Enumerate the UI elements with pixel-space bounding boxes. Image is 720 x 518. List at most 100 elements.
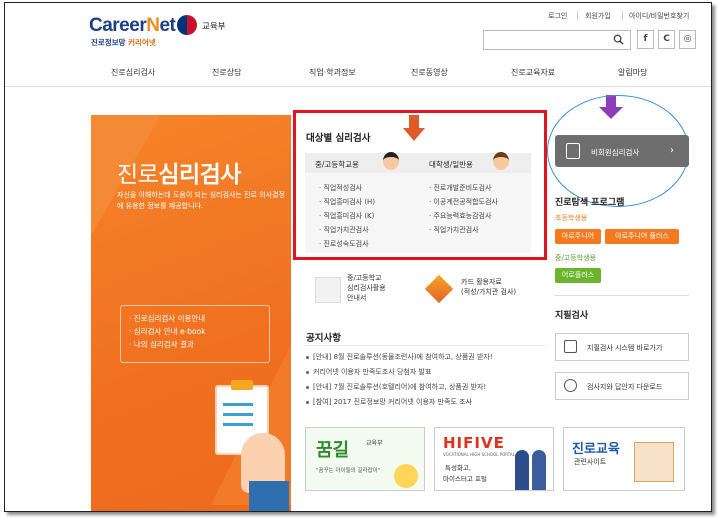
hifive-desc-1: 특성화고,	[445, 464, 471, 472]
student-boy-avatar-icon	[383, 152, 399, 170]
banner-description: 자신을 이해하는데 도움이 되는 심리검사는 진로 의사결정에 유용한 정보를 …	[117, 191, 285, 210]
banner-link-ebook[interactable]: · 심리검사 안내 e-book	[129, 326, 206, 337]
explore-program-title: 진로탐색 프로그램	[555, 198, 625, 208]
notice-bullet	[306, 356, 309, 359]
hifive-subtitle: VOCATIONAL HIGH SCHOOL PORTAL	[443, 452, 515, 457]
find-account-link[interactable]: 아이디/비밀번호찾기	[629, 11, 689, 21]
test-readiness-link[interactable]: · 진로개발준비도검사	[429, 183, 491, 193]
notice-bullet	[306, 386, 309, 389]
banner-link-results[interactable]: · 나의 심리검사 결과	[129, 339, 194, 350]
guidebook-card[interactable]: 중/고등학교 심리검사활용 안내서	[347, 273, 386, 303]
test-stem-fit-link[interactable]: · 이공계전공적합도검사	[429, 197, 498, 207]
search-icon[interactable]	[613, 34, 624, 45]
section-divider	[555, 295, 689, 296]
test-maturity-link[interactable]: · 진로성숙도검사	[319, 239, 369, 249]
card-materials-line: (적성/가치관 검사)	[461, 288, 517, 296]
guidebook-line: 안내서	[347, 294, 367, 302]
banner-title: 진로심리검사	[117, 155, 241, 189]
middle-high-label: 중/고등학생용	[555, 254, 596, 262]
logo-sub-a: 진로정보망	[91, 38, 129, 47]
test-aptitude-text: 직업적성검사	[323, 184, 363, 192]
ggumgil-org: 교육부	[366, 440, 383, 447]
hifive-desc-2: 마이스터고 포털	[443, 475, 487, 483]
nav-job-info[interactable]: 직업·학과정보	[309, 67, 356, 78]
career-edu-sites-banner[interactable]: 진로교육 관련사이트	[563, 427, 685, 491]
nav-notices[interactable]: 알림마당	[618, 67, 647, 78]
notice-title: 공지사항	[306, 333, 341, 344]
ggumgil-banner[interactable]: 꿈길 교육부 "꿈꾸는 아이들의 길라잡이"	[305, 427, 425, 491]
checklist-line	[223, 423, 253, 426]
facebook-icon[interactable]: f	[637, 30, 654, 49]
checklist-line	[223, 413, 253, 416]
aro-plus-button[interactable]: 어로플러스	[555, 268, 601, 283]
aro-junior-plus-button[interactable]: 아로주니어 플러스	[605, 229, 679, 244]
kids-illustration	[394, 464, 418, 488]
notice-divider	[305, 345, 545, 346]
student-illustration	[515, 450, 529, 490]
notice-bullet	[306, 401, 309, 404]
ministry-name[interactable]: 교육부	[202, 20, 225, 32]
notice-item[interactable]: 커리어넷 이용자 만족도조사 당첨자 발표	[313, 367, 431, 377]
college-general-heading: 대학생/일반용	[429, 160, 473, 169]
banner-title-a: 진로	[117, 162, 159, 188]
career-edu-subtitle: 관련사이트	[574, 458, 607, 466]
card-materials-line: 카드 활용자료	[461, 278, 502, 286]
logo-sub-b: 커리어넷	[128, 38, 156, 47]
test-values-adult-text: 직업가치관검사	[433, 226, 479, 234]
paper-test-system-label: 지필검사 시스템 바로가기	[587, 344, 663, 352]
nav-videos[interactable]: 진로동영상	[411, 67, 448, 78]
notice-item[interactable]: [참여] 2017 진로정보망 커리어넷 이용자 만족도 조사	[313, 397, 472, 407]
test-interest-h-link[interactable]: · 직업흥미검사 (H)	[319, 197, 375, 207]
aro-junior-button[interactable]: 아로주니어	[555, 229, 601, 244]
test-values-text: 직업가치관검사	[323, 226, 369, 234]
search-input[interactable]	[483, 30, 631, 50]
ggumgil-title: 꿈길	[316, 440, 350, 461]
hifive-banner[interactable]: HIFIVE VOCATIONAL HIGH SCHOOL PORTAL 특성화…	[434, 427, 554, 491]
logo-subtitle: 진로정보망 커리어넷	[91, 37, 156, 48]
logo-et-text: et	[159, 15, 176, 36]
nav-edu-materials[interactable]: 진로교육자료	[511, 67, 555, 78]
card-materials-card[interactable]: 카드 활용자료 (적성/가치관 검사)	[461, 277, 516, 297]
elementary-label: 초등학생용	[555, 214, 588, 222]
blog-icon[interactable]: C	[658, 30, 675, 49]
calculator-illustration	[634, 442, 674, 482]
browser-frame: CareerNet 진로정보망 커리어넷 교육부 로그인 회원가입 아이디/비밀…	[4, 2, 712, 512]
nav-counseling[interactable]: 진로상담	[212, 67, 241, 78]
login-link[interactable]: 로그인	[548, 11, 567, 21]
taegeuk-emblem-icon	[177, 15, 197, 35]
notice-item[interactable]: [안내] 7월 진로솔루션(호텔리어)에 참여하고, 상품권 받자!	[313, 382, 486, 392]
test-aptitude-link[interactable]: · 직업적성검사	[319, 183, 362, 193]
sleeve-illustration	[249, 481, 289, 511]
notice-bullet	[306, 371, 309, 374]
paper-test-title: 지필검사	[555, 311, 589, 321]
middle-high-school-heading: 중/고등학교용	[315, 160, 359, 169]
guidebook-icon	[315, 277, 341, 303]
signup-link[interactable]: 회원가입	[585, 11, 611, 21]
test-interest-k-link[interactable]: · 직업흥미검사 (K)	[319, 211, 374, 221]
test-interest-k-text: 직업흥미검사 (K)	[323, 212, 375, 220]
logo-n-text: N	[146, 15, 160, 36]
checkbox-icon	[564, 340, 577, 353]
banner-title-b: 심리검사	[158, 162, 241, 188]
test-maturity-text: 진로성숙도검사	[323, 240, 369, 248]
banner-link-guide[interactable]: · 진로심리검사 이용안내	[129, 313, 205, 324]
test-readiness-text: 진로개발준비도검사	[433, 184, 492, 192]
banner-link-guide-text: 진로심리검사 이용안내	[133, 314, 206, 323]
student-girl-avatar-icon	[493, 152, 509, 170]
paper-test-download-label: 검사지와 답안지 다운로드	[587, 383, 663, 391]
target-tests-title: 대상별 심리검사	[306, 133, 371, 144]
clipboard-icon	[566, 143, 580, 159]
guidebook-line: 중/고등학교	[347, 274, 382, 282]
careernet-logo[interactable]: CareerNet	[89, 15, 176, 37]
test-efficacy-link[interactable]: · 주요능력효능감검사	[429, 211, 491, 221]
instagram-icon[interactable]: ◎	[679, 30, 696, 49]
hifive-title: HIFIVE	[443, 434, 505, 452]
checklist-line	[223, 403, 253, 406]
notice-item[interactable]: [안내] 8월 진로솔루션(동물조련사)에 참여하고, 상품권 받자!	[313, 352, 493, 362]
banner-link-results-text: 나의 심리검사 결과	[133, 340, 194, 349]
test-efficacy-text: 주요능력효능감검사	[433, 212, 492, 220]
chevron-right-icon: ›	[670, 145, 674, 156]
test-values-adult-link[interactable]: · 직업가치관검사	[429, 225, 479, 235]
nav-psych-test[interactable]: 진로심리검사	[111, 67, 155, 78]
test-values-link[interactable]: · 직업가치관검사	[319, 225, 369, 235]
